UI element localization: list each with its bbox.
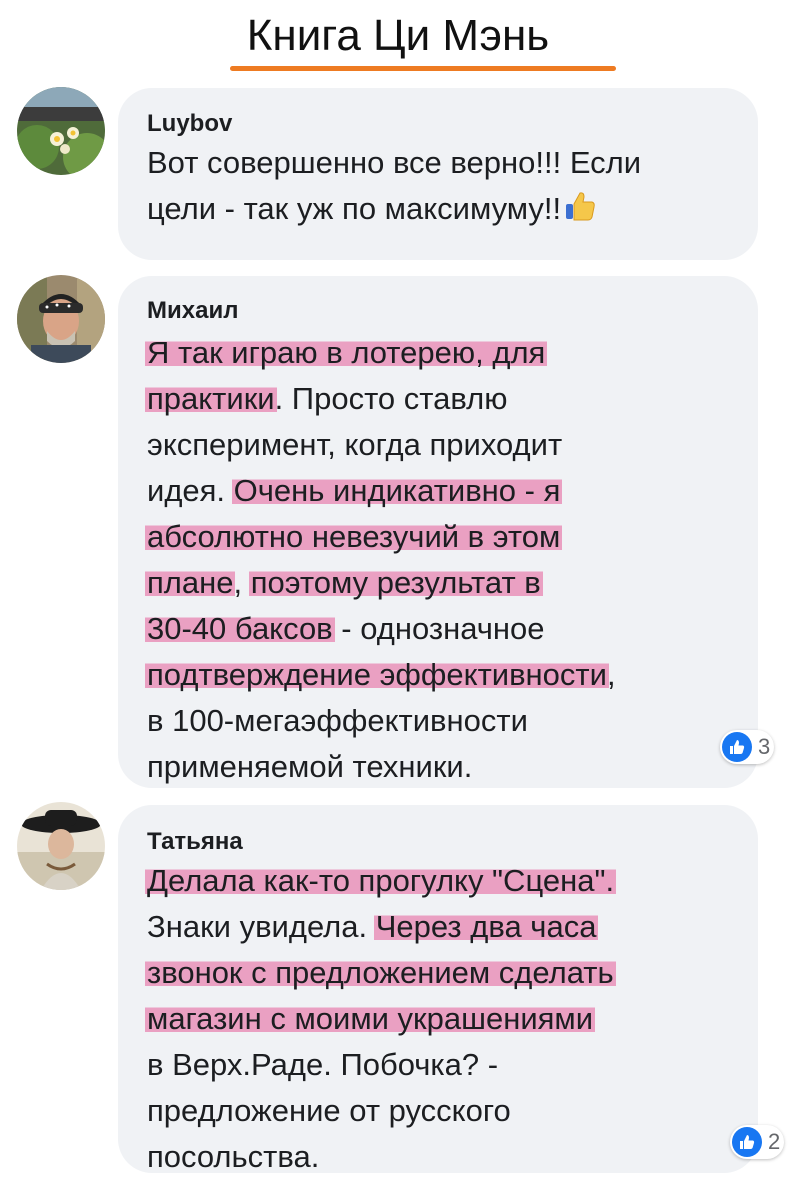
- flower-photo-icon: [17, 87, 105, 175]
- comment-text-line: идея. Очень индикативно - я: [147, 468, 616, 514]
- comment-text-line: Знаки увидела. Через два часа: [147, 904, 614, 950]
- comment-author[interactable]: Михаил: [147, 297, 238, 325]
- text-segment: . Просто ставлю: [274, 381, 508, 416]
- reaction-count: 2: [768, 1129, 781, 1154]
- text-segment: посольства.: [147, 1139, 320, 1174]
- comment-author[interactable]: Татьяна: [147, 828, 243, 856]
- text-segment: Вот совершенно все верно!!! Если: [147, 145, 642, 180]
- highlighted-text: Делала как-то прогулку "Сцена".: [145, 863, 617, 898]
- highlighted-text: Очень индикативно - я: [231, 473, 563, 508]
- highlighted-text: магазин с моими украшениями: [145, 1001, 596, 1036]
- reaction-badge[interactable]: 3: [720, 730, 775, 764]
- comment-text-line: в Верх.Раде. Побочка? -: [147, 1042, 614, 1088]
- comment-text-line: абсолютно невезучий в этом: [145, 514, 616, 560]
- text-segment: в 100-мегаэффективности: [147, 703, 528, 738]
- like-icon: [722, 732, 752, 762]
- highlighted-text: практики: [145, 381, 277, 416]
- comment-author[interactable]: Luybov: [147, 110, 232, 138]
- comment-text-line: магазин с моими украшениями: [145, 996, 614, 1042]
- text-segment: в Верх.Раде. Побочка? -: [147, 1047, 499, 1082]
- comment-text: Я так играю в лотерею, для практики. Прос…: [145, 330, 616, 790]
- comment-text-line: Вот совершенно все верно!!! Если: [147, 140, 641, 186]
- highlighted-text: плане: [145, 565, 236, 600]
- comment-text-line: подтверждение эффективности,: [145, 652, 616, 698]
- text-segment: применяемой техники.: [147, 749, 473, 784]
- comment-text-line: цели - так уж по максимуму!!: [147, 186, 641, 232]
- comment-text-line: посольства.: [147, 1134, 614, 1180]
- text-segment: цели - так уж по максимуму!!: [147, 191, 562, 226]
- text-segment: идея.: [147, 473, 234, 508]
- reaction-count: 3: [758, 734, 771, 759]
- comment-text-line: предложение от русского: [147, 1088, 614, 1134]
- comment-text-line: Делала как-то прогулку "Сцена".: [145, 858, 617, 904]
- man-bandana-photo-icon: [17, 275, 105, 363]
- text-segment: Знаки увидела.: [147, 909, 376, 944]
- comment-text-line: 30-40 баксов - однозначное: [145, 606, 616, 652]
- comment-text: Делала как-то прогулку "Сцена". Знаки уви…: [145, 858, 617, 1180]
- reaction-badge[interactable]: 2: [730, 1125, 785, 1159]
- highlighted-text: Через два часа: [373, 909, 599, 944]
- highlighted-text: звонок с предложением сделать: [145, 955, 616, 990]
- comment-text-line: плане, поэтому результат в: [145, 560, 616, 606]
- text-segment: эксперимент, когда приходит: [147, 427, 563, 462]
- woman-hat-photo-icon: [17, 802, 105, 890]
- highlighted-text: абсолютно невезучий в этом: [145, 519, 563, 554]
- text-segment: ,: [606, 657, 616, 692]
- title-underline: [230, 66, 616, 71]
- text-segment: предложение от русского: [147, 1093, 511, 1128]
- comment-text-line: применяемой техники.: [147, 744, 616, 790]
- page-title: Книга Ци Мэнь: [246, 11, 550, 60]
- comment-text: Вот совершенно все верно!!! Если цели - т…: [147, 140, 641, 232]
- highlighted-text: 30-40 баксов: [145, 611, 335, 646]
- comment-text-line: в 100-мегаэффективности: [147, 698, 616, 744]
- like-icon: [732, 1127, 762, 1157]
- comment-text-line: звонок с предложением сделать: [145, 950, 616, 996]
- highlighted-text: подтверждение эффективности: [145, 657, 609, 692]
- thumbs-up-emoji-icon: [563, 189, 597, 236]
- highlighted-text: Я так играю в лотерею, для: [145, 335, 548, 370]
- comment-text-line: Я так играю в лотерею, для: [145, 330, 616, 376]
- highlighted-text: поэтому результат в: [248, 565, 543, 600]
- avatar-tatyana[interactable]: [17, 802, 105, 890]
- avatar-mikhail[interactable]: [17, 275, 105, 363]
- comment-text-line: эксперимент, когда приходит: [147, 422, 616, 468]
- text-segment: - однозначное: [332, 611, 545, 646]
- avatar-luybov[interactable]: [17, 87, 105, 175]
- comment-text-line: практики. Просто ставлю: [145, 376, 616, 422]
